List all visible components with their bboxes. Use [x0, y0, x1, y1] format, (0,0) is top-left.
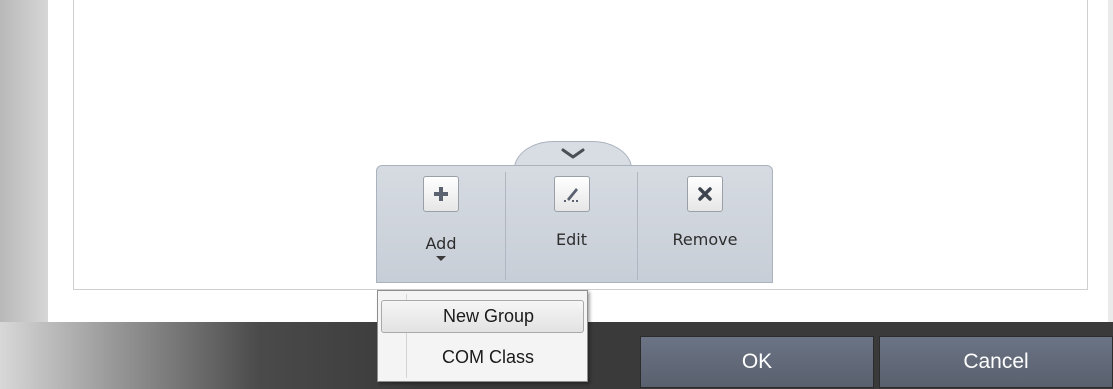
menu-item-new-group[interactable]: New Group [381, 300, 584, 333]
action-toolbar: Add Edit Remove [376, 165, 773, 283]
close-icon [687, 176, 723, 212]
add-label: Add [425, 234, 457, 253]
menu-item-com-class[interactable]: COM Class [381, 341, 584, 374]
add-dropdown-menu: New Group COM Class [377, 290, 588, 382]
ok-button[interactable]: OK [640, 336, 874, 388]
edit-button[interactable]: Edit [506, 166, 637, 282]
remove-button[interactable]: Remove [638, 166, 772, 282]
pencil-icon [553, 176, 590, 212]
remove-label: Remove [672, 230, 738, 249]
add-button[interactable]: Add [377, 166, 505, 282]
edit-label: Edit [556, 230, 587, 249]
plus-icon [423, 176, 459, 212]
chevron-down-icon [561, 148, 585, 159]
dropdown-arrow-icon [436, 256, 446, 261]
cancel-button[interactable]: Cancel [879, 336, 1113, 388]
